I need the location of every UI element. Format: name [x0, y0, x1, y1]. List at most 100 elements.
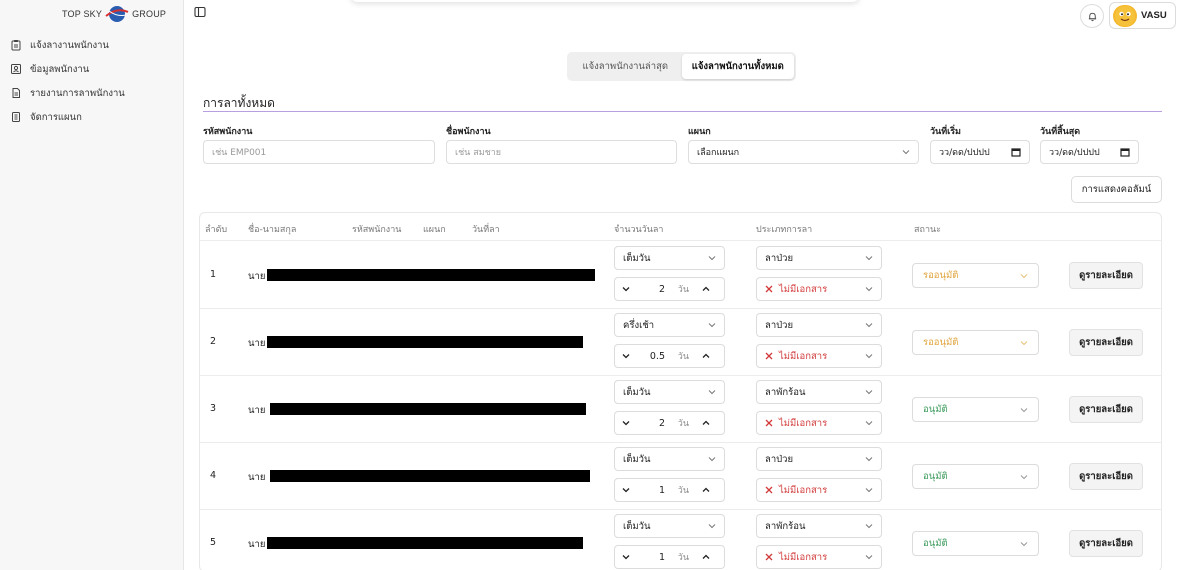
- start-date-input[interactable]: วว/ดด/ปปปป: [930, 140, 1030, 164]
- notification-button[interactable]: [1080, 4, 1104, 28]
- sidebar-item-leave-request[interactable]: แจ้งลางานพนักงาน: [10, 33, 125, 57]
- dept-select[interactable]: เลือกแผนก: [688, 140, 919, 164]
- status-select[interactable]: รออนุมัติ: [912, 263, 1039, 288]
- column-visibility-button[interactable]: การแสดงคอลัมน์: [1071, 176, 1162, 203]
- row-name-prefix: นาย: [248, 539, 266, 550]
- increment-button[interactable]: [695, 479, 717, 501]
- end-date-input[interactable]: วว/ดด/ปปปป: [1040, 140, 1139, 164]
- building-icon: [12, 112, 20, 122]
- duration-select[interactable]: เต็มวัน: [614, 246, 725, 270]
- days-unit: วัน: [677, 285, 689, 295]
- duration-select[interactable]: เต็มวัน: [614, 447, 725, 471]
- sidebar-toggle-icon[interactable]: [194, 6, 206, 18]
- document-status: ไม่มีเอกสาร: [765, 550, 827, 565]
- document-select[interactable]: ไม่มีเอกสาร: [756, 411, 882, 435]
- row-number: 3: [210, 403, 217, 414]
- view-details-button[interactable]: ดูรายละเอียด: [1069, 396, 1143, 423]
- leave-type-select[interactable]: ลาป่วย: [756, 447, 882, 471]
- header-type[interactable]: ประเภทการลา: [756, 222, 812, 236]
- status-select[interactable]: อนุมัติ: [912, 531, 1039, 556]
- decrement-button[interactable]: [615, 412, 637, 434]
- chevron-down-icon: [1020, 340, 1028, 345]
- days-stepper[interactable]: 1 วัน: [614, 478, 725, 502]
- days-stepper[interactable]: 2 วัน: [614, 277, 725, 301]
- leave-type-select[interactable]: ลาป่วย: [756, 246, 882, 270]
- status-select[interactable]: รออนุมัติ: [912, 330, 1039, 355]
- row-number: 1: [210, 269, 217, 280]
- sidebar-item-leave-report[interactable]: รายงานการลาพนักงาน: [10, 81, 125, 105]
- duration-select[interactable]: เต็มวัน: [614, 514, 725, 538]
- days-value[interactable]: 2: [637, 284, 665, 295]
- decrement-button[interactable]: [615, 345, 637, 367]
- status-select[interactable]: อนุมัติ: [912, 397, 1039, 422]
- document-select[interactable]: ไม่มีเอกสาร: [756, 478, 882, 502]
- view-details-button[interactable]: ดูรายละเอียด: [1069, 262, 1143, 289]
- header-status[interactable]: สถานะ: [914, 222, 941, 236]
- days-stepper[interactable]: 2 วัน: [614, 411, 725, 435]
- calendar-icon[interactable]: [1011, 147, 1021, 157]
- days-value[interactable]: 1: [637, 485, 665, 496]
- close-icon: [765, 285, 773, 293]
- document-select[interactable]: ไม่มีเอกสาร: [756, 545, 882, 569]
- leave-type-select[interactable]: ลาป่วย: [756, 313, 882, 337]
- status-select[interactable]: อนุมัติ: [912, 464, 1039, 489]
- decrement-button[interactable]: [615, 278, 637, 300]
- status-value: รออนุมัติ: [923, 270, 959, 281]
- emp-name-input[interactable]: เช่น สมชาย: [446, 140, 677, 164]
- dept-label: แผนก: [688, 127, 711, 137]
- calendar-icon[interactable]: [1120, 147, 1130, 157]
- increment-button[interactable]: [695, 412, 717, 434]
- end-date-value: วว/ดด/ปปปป: [1049, 148, 1100, 158]
- header-name[interactable]: ชื่อ-นามสกุล: [248, 222, 296, 236]
- table-row: 1 นาย เต็มวัน 2 วัน ลาป่วย ไม่มีเอกสาร รออนุมัต…: [200, 242, 1161, 309]
- increment-button[interactable]: [695, 278, 717, 300]
- header-dept[interactable]: แผนก: [423, 222, 446, 236]
- chevron-down-icon: [865, 287, 873, 292]
- emp-code-label: รหัสพนักงาน: [203, 127, 253, 137]
- no-document-label: ไม่มีเอกสาร: [779, 484, 828, 496]
- redacted-block: [270, 470, 590, 482]
- days-value[interactable]: 0.5: [637, 351, 665, 362]
- row-name-prefix: นาย: [248, 472, 266, 483]
- sidebar-item-departments[interactable]: จัดการแผนก: [10, 105, 125, 129]
- chevron-down-icon: [708, 457, 716, 462]
- chevron-down-icon: [708, 390, 716, 395]
- tab-latest-leave[interactable]: แจ้งลาพนักงานล่าสุด: [569, 54, 682, 79]
- redacted-block: [267, 537, 583, 549]
- days-value[interactable]: 2: [637, 418, 665, 429]
- decrement-button[interactable]: [615, 546, 637, 568]
- document-select[interactable]: ไม่มีเอกสาร: [756, 277, 882, 301]
- sidebar-item-employee-info[interactable]: ข้อมูลพนักงาน: [10, 57, 125, 81]
- duration-value: เต็มวัน: [623, 252, 651, 264]
- header-no[interactable]: ลำดับ: [205, 222, 227, 236]
- leave-type-select[interactable]: ลาพักร้อน: [756, 514, 882, 538]
- status-value: รออนุมัติ: [923, 337, 959, 348]
- redacted-block: [267, 336, 583, 348]
- header-amount[interactable]: จำนวนวันลา: [614, 222, 663, 236]
- days-value[interactable]: 1: [637, 552, 665, 563]
- view-details-button[interactable]: ดูรายละเอียด: [1069, 463, 1143, 490]
- duration-select[interactable]: ครึ่งเช้า: [614, 313, 725, 337]
- decrement-button[interactable]: [615, 479, 637, 501]
- document-status: ไม่มีเอกสาร: [765, 282, 827, 297]
- leave-type-select[interactable]: ลาพักร้อน: [756, 380, 882, 404]
- emp-code-input[interactable]: เช่น EMP001: [203, 140, 435, 164]
- increment-button[interactable]: [695, 546, 717, 568]
- status-value: อนุมัติ: [923, 404, 948, 415]
- chevron-down-icon: [1020, 407, 1028, 412]
- no-document-label: ไม่มีเอกสาร: [779, 350, 828, 362]
- header-date[interactable]: วันที่ลา: [472, 222, 500, 236]
- company-logo[interactable]: TOP SKY GROUP: [62, 3, 166, 25]
- row-number: 5: [210, 537, 217, 548]
- user-menu[interactable]: VASU: [1109, 2, 1176, 29]
- view-details-button[interactable]: ดูรายละเอียด: [1069, 329, 1143, 356]
- increment-button[interactable]: [695, 345, 717, 367]
- document-status: ไม่มีเอกสาร: [765, 483, 827, 498]
- days-stepper[interactable]: 0.5 วัน: [614, 344, 725, 368]
- days-stepper[interactable]: 1 วัน: [614, 545, 725, 569]
- duration-select[interactable]: เต็มวัน: [614, 380, 725, 404]
- tab-all-leave[interactable]: แจ้งลาพนักงานทั้งหมด: [681, 54, 794, 79]
- header-code[interactable]: รหัสพนักงาน: [352, 222, 401, 236]
- document-select[interactable]: ไม่มีเอกสาร: [756, 344, 882, 368]
- view-details-button[interactable]: ดูรายละเอียด: [1069, 530, 1143, 557]
